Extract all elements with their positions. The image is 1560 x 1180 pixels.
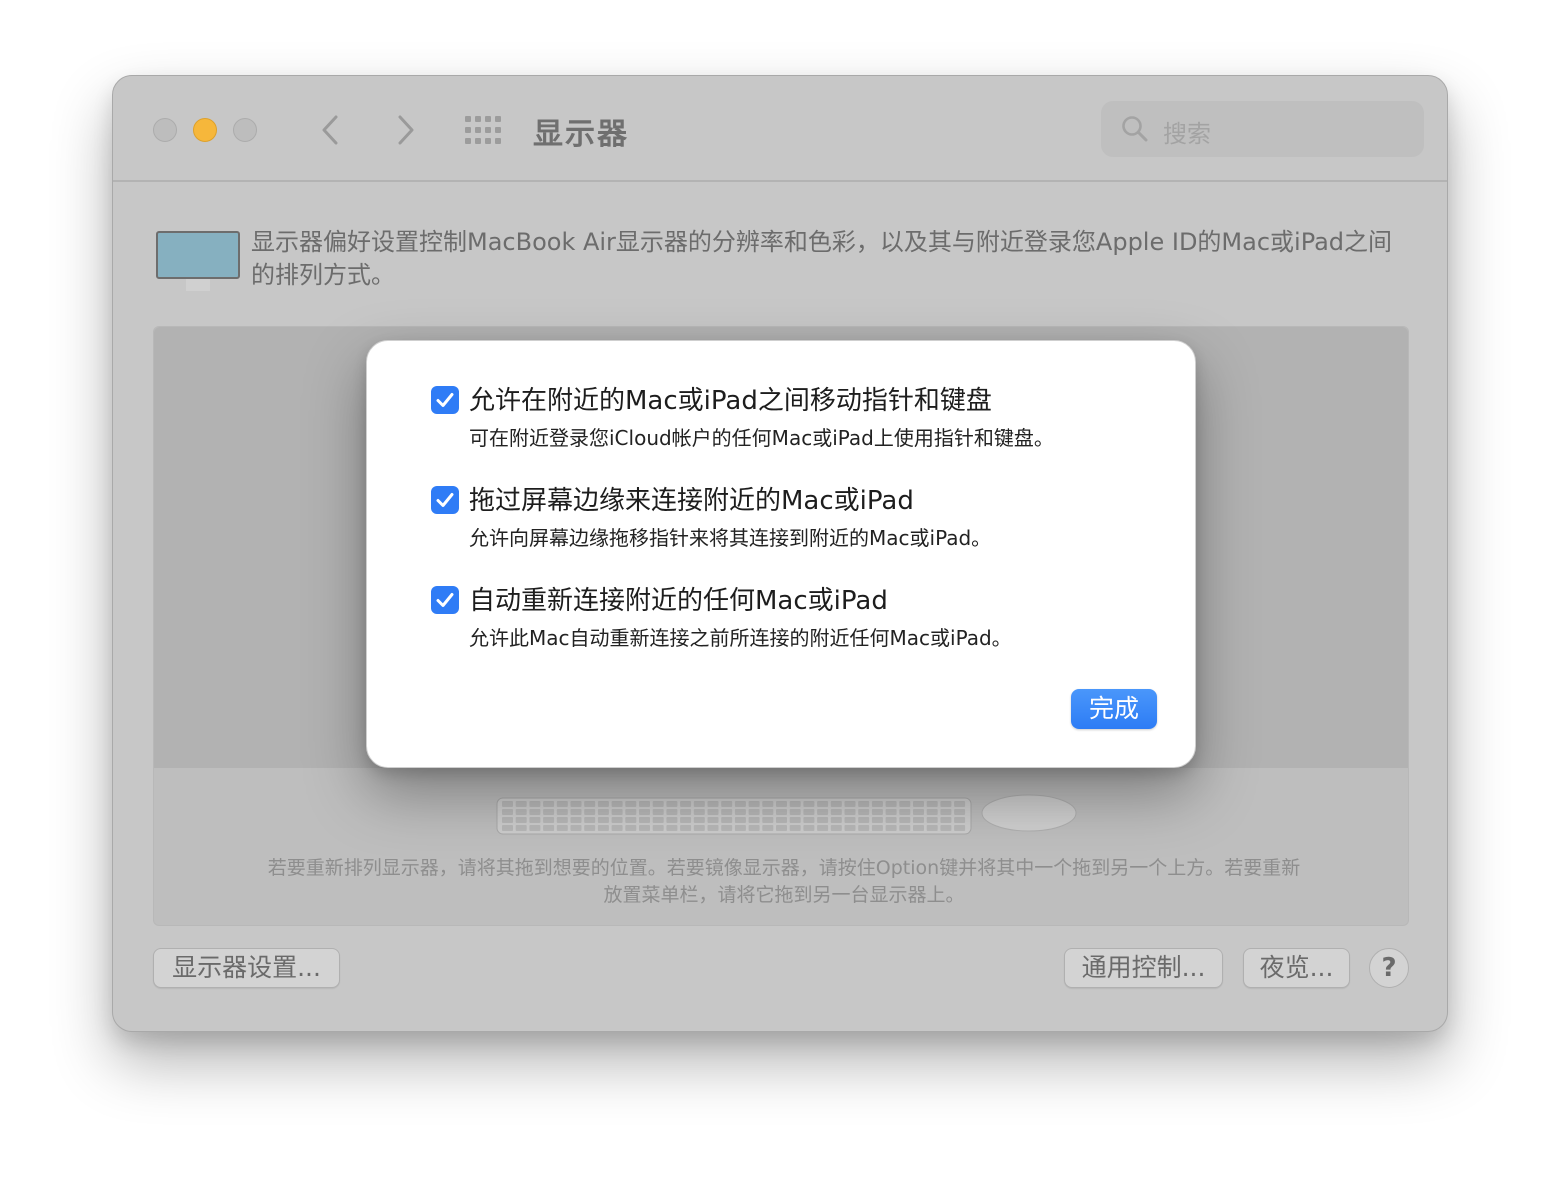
search-icon — [1122, 116, 1148, 142]
forward-button[interactable] — [387, 112, 423, 148]
chevron-left-icon — [322, 115, 338, 145]
chevron-right-icon — [398, 115, 414, 145]
checkmark-icon — [436, 493, 454, 507]
intro-description: 显示器偏好设置控制MacBook Air显示器的分辨率和色彩，以及其与附近登录您… — [251, 228, 1393, 289]
checkmark-icon — [436, 593, 454, 607]
option-description: 可在附近登录您iCloud帐户的任何Mac或iPad上使用指针和键盘。 — [469, 426, 1054, 450]
done-button[interactable]: 完成 — [1071, 689, 1157, 729]
option-label[interactable]: 自动重新连接附近的任何Mac或iPad — [469, 580, 888, 617]
zoom-window-button[interactable] — [233, 118, 257, 142]
window-title: 显示器 — [533, 117, 629, 152]
night-shift-button[interactable]: 夜览... — [1243, 948, 1350, 988]
checkbox-move-pointer-keyboard[interactable] — [431, 386, 459, 414]
search-placeholder: 搜索 — [1163, 120, 1211, 148]
universal-control-button[interactable]: 通用控制... — [1064, 948, 1223, 988]
checkbox-auto-reconnect[interactable] — [431, 586, 459, 614]
checkbox-push-through-edge[interactable] — [431, 486, 459, 514]
toolbar: 显示器 搜索 — [113, 76, 1447, 182]
show-all-grid-icon[interactable] — [465, 116, 503, 144]
universal-control-sheet: 允许在附近的Mac或iPad之间移动指针和键盘 可在附近登录您iCloud帐户的… — [366, 340, 1196, 768]
display-settings-button[interactable]: 显示器设置... — [153, 948, 340, 988]
search-field[interactable]: 搜索 — [1101, 101, 1424, 157]
monitor-icon — [156, 231, 240, 291]
help-button[interactable]: ? — [1369, 948, 1409, 988]
option-description: 允许向屏幕边缘拖移指针来将其连接到附近的Mac或iPad。 — [469, 526, 992, 550]
option-description: 允许此Mac自动重新连接之前所连接的附近任何Mac或iPad。 — [469, 626, 1012, 650]
checkmark-icon — [436, 393, 454, 407]
keyboard-icon — [496, 797, 972, 835]
close-window-button[interactable] — [153, 118, 177, 142]
mouse-icon — [981, 794, 1077, 832]
option-label[interactable]: 拖过屏幕边缘来连接附近的Mac或iPad — [469, 480, 914, 517]
arrangement-hint: 若要重新排列显示器，请将其拖到想要的位置。若要镜像显示器，请按住Option键并… — [267, 857, 1301, 906]
option-label[interactable]: 允许在附近的Mac或iPad之间移动指针和键盘 — [469, 380, 992, 417]
minimize-window-button[interactable] — [193, 118, 217, 142]
back-button[interactable] — [313, 112, 349, 148]
